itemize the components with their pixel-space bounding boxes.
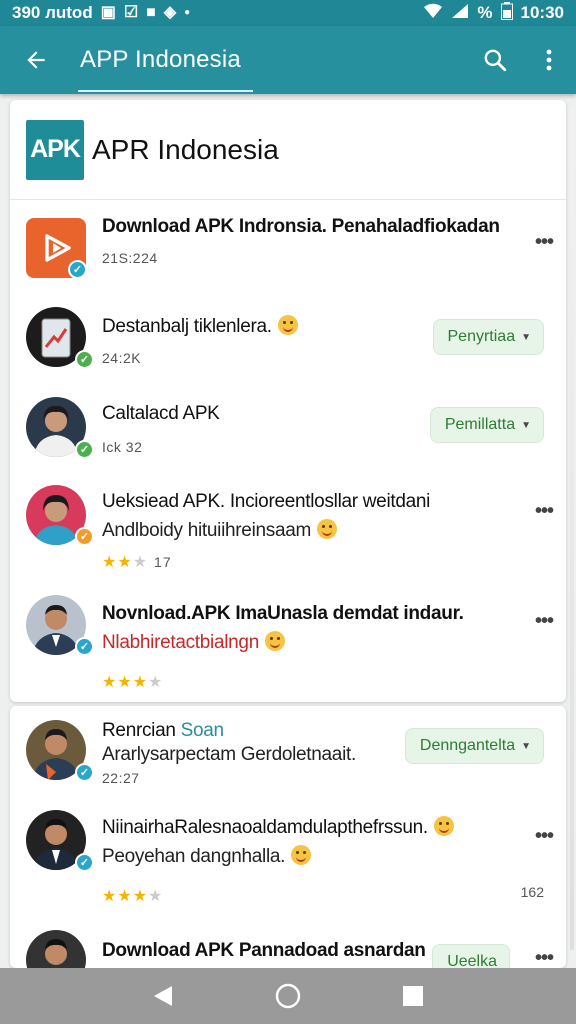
smile-emoji-icon: [264, 631, 285, 651]
app-notification-icon: ■: [146, 4, 156, 21]
check-notification-icon: ☑: [123, 4, 139, 21]
section-title: APR Indonesia: [92, 133, 279, 165]
chip-label: Denngantelta: [419, 737, 516, 754]
verified-badge-icon: ✓: [75, 853, 94, 872]
dropdown-caret-icon: ▼: [521, 331, 531, 343]
item-title: Novnload.APK ImaUnasla demdat indaur.: [102, 603, 464, 624]
item-title-accent: Soan: [180, 720, 224, 741]
item-title: Download APK Pannadoad asnardan: [102, 940, 426, 961]
search-button[interactable]: [468, 26, 522, 94]
action-chip[interactable]: Denngantelta ▼: [404, 728, 544, 764]
smile-emoji-icon: [317, 519, 338, 539]
smile-emoji-icon: [291, 845, 312, 865]
item-meta: Ick 32: [102, 439, 143, 455]
list-item[interactable]: ✓ Download APK Indronsia. Penahaladfioka…: [10, 210, 566, 300]
star-rating: ★★★ 17: [102, 554, 172, 571]
dot-icon: ●: [184, 7, 191, 18]
action-chip[interactable]: Ueelka: [432, 944, 510, 968]
status-bar: 390 лutod ▣ ☑ ■ ◈ ● % 10:30: [0, 0, 576, 26]
list-item[interactable]: ✓ NiinairhaRalesnaoaldamdulapthefrssun. …: [10, 808, 566, 918]
system-nav-bar: [0, 968, 576, 1024]
clock: 10:30: [520, 3, 564, 22]
item-title: Renrcian: [102, 720, 176, 741]
item-subtitle: Ararlysarpectam Gerdoletnaait.: [102, 744, 356, 765]
item-meta: 22:27: [102, 770, 140, 786]
action-chip[interactable]: Pemillatta ▼: [429, 407, 544, 443]
list-item[interactable]: ✓ Ueksiead APK. Incioreentlosllar weitda…: [10, 485, 566, 590]
verified-badge-icon: ✓: [75, 763, 94, 782]
list-item[interactable]: ✓ Novnload.APK ImaUnasla demdat indaur. …: [10, 595, 566, 700]
image-notification-icon: ▣: [100, 4, 116, 21]
item-title: Destanbalj tiklenlera.: [102, 316, 272, 337]
item-title: Download APK Indronsia. Penahaladfiokada…: [102, 216, 500, 237]
action-chip[interactable]: Penyrtiaa ▼: [432, 319, 544, 355]
more-vert-icon: [546, 49, 552, 71]
item-subtitle: Andlboidy hituiihreinsaam: [102, 520, 312, 541]
item-subtitle: Nlabhiretactbialngn: [102, 632, 259, 653]
chip-label: Pemillatta: [444, 416, 516, 433]
verified-badge-icon: ✓: [75, 527, 94, 546]
star-rating: ★★★★: [102, 888, 164, 905]
verified-badge-icon: ✓: [75, 350, 94, 369]
chip-label: Ueelka: [447, 953, 497, 968]
item-meta: 21S:224: [102, 250, 158, 266]
more-options-icon[interactable]: •••: [532, 230, 556, 254]
list-item[interactable]: ✓ Renrcian Soan Ararlysarpectam Gerdolet…: [10, 718, 566, 808]
star-rating: ★★★★: [102, 674, 164, 691]
logo-text: APK: [30, 135, 81, 163]
item-meta: 24:2K: [102, 350, 142, 366]
dropdown-caret-icon: ▼: [521, 740, 531, 752]
app-list-card: APK APR Indonesia ✓ Download APK Indrons…: [10, 100, 566, 702]
item-title: Caltalacd APK: [102, 403, 220, 424]
chip-label: Penyrtiaa: [447, 328, 516, 345]
item-title: NiinairhaRalesnaoaldamdulapthefrssun.: [102, 817, 428, 838]
app-title: APP Indonesia: [80, 46, 241, 73]
battery-icon: [500, 1, 513, 25]
square-recents-icon: [403, 986, 424, 1006]
nav-recents-button[interactable]: [393, 976, 433, 1016]
side-count: 162: [520, 884, 544, 900]
status-left-text: 390 лutod: [12, 3, 93, 22]
app-bar: APP Indonesia: [0, 26, 576, 94]
scroll-indicator[interactable]: [570, 110, 574, 950]
app-thumbnail: ✓: [26, 218, 87, 279]
smile-emoji-icon: [277, 315, 298, 335]
signal-icon: [451, 3, 469, 24]
arrow-back-icon: [27, 51, 45, 69]
list-item[interactable]: ✓ Caltalacd APK Ick 32 Pemillatta ▼: [10, 395, 566, 485]
rating-count: 17: [154, 554, 172, 570]
back-button[interactable]: [0, 26, 72, 94]
item-subtitle: Peoyehan dangnhalla.: [102, 846, 286, 867]
more-options-icon[interactable]: •••: [532, 946, 556, 969]
shield-notification-icon: ◈: [163, 4, 177, 21]
nav-back-button[interactable]: [143, 976, 183, 1016]
app-list-card: ✓ Renrcian Soan Ararlysarpectam Gerdolet…: [10, 706, 566, 968]
more-options-icon[interactable]: •••: [532, 609, 556, 633]
section-header: APK APR Indonesia: [10, 100, 566, 200]
triangle-back-icon: [153, 986, 172, 1006]
verified-badge-icon: ✓: [75, 440, 94, 459]
dropdown-caret-icon: ▼: [521, 419, 531, 431]
verified-badge-icon: ✓: [75, 637, 94, 656]
avatar: [26, 930, 86, 968]
battery-percent: %: [477, 3, 493, 22]
item-title: Ueksiead APK. Incioreentlosllar weitdani: [102, 491, 431, 512]
more-options-icon[interactable]: •••: [532, 499, 556, 523]
tab-indicator: [78, 90, 253, 92]
list-item[interactable]: ✓ Destanbalj tiklenlera. 24:2K Penyrtiaa…: [10, 305, 566, 395]
list-item[interactable]: Download APK Pannadoad asnardan Ueelka •…: [10, 928, 566, 968]
title-tab[interactable]: APP Indonesia: [72, 26, 253, 94]
play-icon: [45, 234, 71, 262]
overflow-menu-button[interactable]: [522, 26, 576, 94]
circle-home-icon: [275, 983, 301, 1009]
smile-emoji-icon: [433, 816, 454, 836]
nav-home-button[interactable]: [268, 976, 308, 1016]
wifi-icon: [423, 3, 443, 24]
apk-logo: APK: [26, 119, 84, 180]
search-icon: [484, 49, 507, 72]
more-options-icon[interactable]: •••: [532, 824, 556, 848]
verified-badge-icon: ✓: [68, 260, 87, 279]
